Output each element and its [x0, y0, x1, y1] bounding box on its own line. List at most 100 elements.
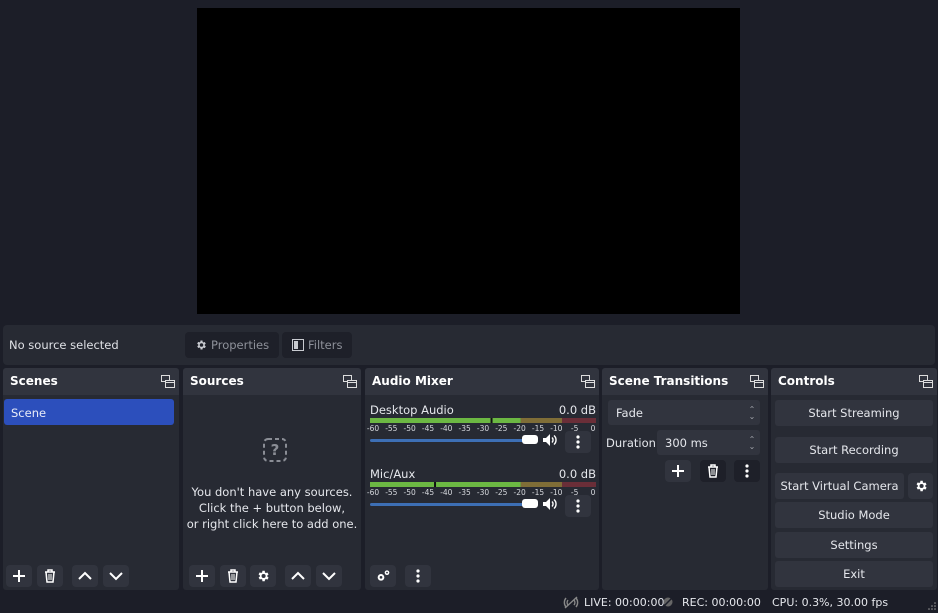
undock-icon[interactable] [581, 375, 595, 388]
scene-label: Scene [11, 406, 47, 420]
volume-slider-handle[interactable] [522, 435, 538, 444]
more-vertical-icon [745, 464, 749, 478]
cpu-fps: CPU: 0.3%, 30.00 fps [772, 596, 889, 609]
move-source-down-button[interactable] [316, 565, 342, 587]
meter-tick-label: -20 [513, 424, 526, 433]
preview-area[interactable] [0, 0, 938, 322]
controls-dock: Controls Start Streaming Start Recording… [771, 368, 937, 590]
virtual-camera-settings-button[interactable] [908, 473, 933, 499]
filters-icon [292, 339, 304, 351]
meter-tick-label: -15 [531, 488, 545, 497]
audio-mixer-header: Audio Mixer [365, 368, 599, 395]
audio-mixer-dock: Audio Mixer Desktop Audio 0.0 dB -60 -55-… [365, 368, 599, 590]
volume-slider[interactable] [370, 503, 530, 506]
status-bar: LIVE: 00:00:00 REC: 00:00:00 CPU: 0.3%, … [0, 592, 938, 613]
meter-tick-label: -35 [458, 424, 471, 433]
remove-scene-button[interactable] [37, 565, 63, 587]
controls-title: Controls [778, 374, 835, 388]
volume-meter [370, 482, 596, 487]
filters-button[interactable]: Filters [282, 332, 353, 358]
scene-list-item[interactable]: Scene [4, 399, 174, 425]
gear-icon [258, 570, 269, 582]
meter-segment [520, 418, 563, 423]
channel-level: 0.0 dB [558, 403, 596, 417]
speaker-icon[interactable] [542, 497, 558, 511]
move-scene-down-button[interactable] [103, 565, 129, 587]
scenes-dock: Scenes Scene [3, 368, 179, 590]
meter-tick-label: -30 [476, 488, 490, 497]
start-streaming-button[interactable]: Start Streaming [775, 400, 933, 426]
plus-icon [196, 570, 208, 582]
gear-icon [197, 340, 206, 350]
sources-header: Sources [183, 368, 361, 395]
add-scene-button[interactable] [6, 565, 32, 587]
meter-segment [562, 418, 596, 423]
duration-input[interactable]: 300 ms ⌃ ⌄ [657, 430, 760, 455]
exit-button[interactable]: Exit [775, 561, 933, 587]
undock-icon[interactable] [343, 375, 357, 388]
speaker-icon[interactable] [542, 433, 558, 447]
add-transition-button[interactable] [665, 460, 691, 482]
meter-tick-label: -25 [495, 424, 508, 433]
more-vertical-icon [416, 569, 420, 583]
meter-segment [520, 482, 563, 487]
record-off-icon [662, 596, 674, 608]
remove-transition-button[interactable] [700, 460, 726, 482]
scene-transitions-title: Scene Transitions [609, 374, 729, 388]
chevron-up-icon [291, 571, 305, 580]
spinbox-arrows-icon[interactable]: ⌃ ⌄ [744, 430, 760, 455]
mixer-menu-button[interactable] [405, 565, 431, 587]
meter-peak-marker [434, 482, 437, 487]
controls-header: Controls [771, 368, 937, 395]
move-scene-up-button[interactable] [72, 565, 98, 587]
scene-transitions-header: Scene Transitions [602, 368, 768, 395]
stream-off-icon [563, 596, 579, 609]
channel-name: Desktop Audio [370, 403, 454, 417]
transition-menu-button[interactable] [734, 460, 760, 482]
preview-canvas[interactable] [197, 8, 740, 314]
more-vertical-icon [576, 435, 580, 449]
gears-icon [377, 570, 390, 581]
scenes-header: Scenes [3, 368, 179, 395]
source-properties-button[interactable] [250, 565, 276, 587]
more-vertical-icon [576, 499, 580, 513]
meter-tick-label: -60 [366, 488, 380, 497]
undock-icon[interactable] [750, 375, 764, 388]
meter-tick-label: -40 [440, 488, 453, 497]
channel-menu-button[interactable] [565, 495, 591, 517]
meter-tick-label: -60 [366, 424, 380, 433]
plus-icon [13, 570, 25, 582]
trash-icon [228, 569, 238, 583]
remove-source-button[interactable] [220, 565, 246, 587]
undock-icon[interactable] [161, 375, 175, 388]
start-recording-button[interactable]: Start Recording [775, 437, 933, 463]
meter-tick-label: -20 [513, 488, 526, 497]
live-time: LIVE: 00:00:00 [584, 596, 665, 609]
meter-segment [370, 418, 521, 423]
meter-tick-label: -55 [385, 488, 398, 497]
advanced-audio-button[interactable] [370, 565, 396, 587]
meter-tick-label: -15 [531, 424, 545, 433]
sources-dock[interactable]: Sources ? You don't have any sources. Cl… [183, 368, 361, 590]
transition-select[interactable]: Fade ⌃ ⌄ [608, 400, 760, 425]
settings-button[interactable]: Settings [775, 532, 933, 558]
add-source-button[interactable] [189, 565, 215, 587]
meter-tick-label: -10 [550, 424, 563, 433]
start-virtual-camera-button[interactable]: Start Virtual Camera [775, 473, 904, 499]
svg-text:?: ? [271, 441, 280, 459]
volume-slider[interactable] [370, 439, 530, 442]
undock-icon[interactable] [919, 375, 933, 388]
properties-button[interactable]: Properties [185, 332, 280, 358]
move-source-up-button[interactable] [285, 565, 311, 587]
meter-tick-label: -45 [421, 424, 435, 433]
meter-tick-label: -40 [440, 424, 453, 433]
resize-grip-icon[interactable] [928, 602, 936, 610]
sources-title: Sources [190, 374, 244, 388]
volume-slider-handle[interactable] [522, 499, 538, 508]
channel-name: Mic/Aux [370, 467, 416, 481]
duration-value: 300 ms [665, 436, 708, 450]
channel-menu-button[interactable] [565, 431, 591, 453]
studio-mode-button[interactable]: Studio Mode [775, 502, 933, 528]
meter-segment [370, 482, 521, 487]
selection-label: No source selected [9, 338, 119, 352]
